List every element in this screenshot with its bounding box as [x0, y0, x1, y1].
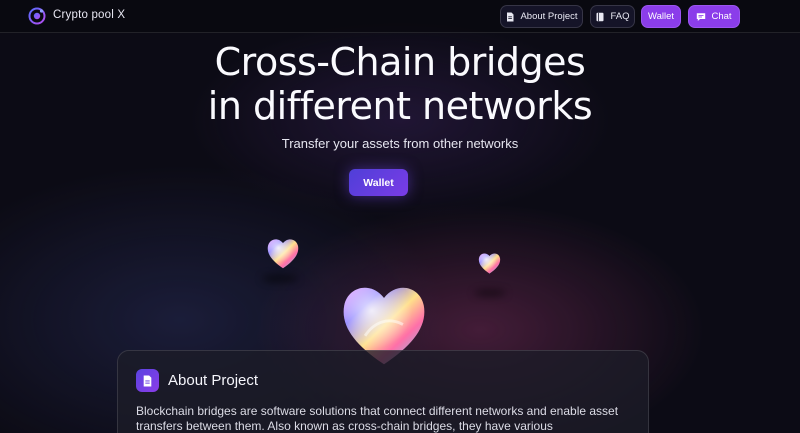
hero-title-line-2: in different networks: [207, 84, 593, 128]
holographic-heart-left: [267, 239, 299, 269]
nav-wallet-button[interactable]: Wallet: [641, 5, 681, 28]
book-icon: [596, 12, 604, 21]
nav-faq-button[interactable]: FAQ: [590, 5, 635, 28]
document-icon: [507, 12, 514, 21]
about-project-text: Blockchain bridges are software solution…: [136, 404, 619, 433]
heart-shadow-right: [474, 290, 506, 296]
nav-about-project-button[interactable]: About Project: [500, 5, 583, 28]
hero-title-line-1: Cross-Chain bridges: [214, 40, 586, 84]
nav-wallet-label: Wallet: [647, 11, 675, 22]
chat-icon: [697, 12, 706, 21]
hero-subtitle: Transfer your assets from other networks: [281, 136, 519, 151]
nav-chat-label: Chat: [711, 11, 732, 22]
crypto-pool-logo-icon[interactable]: [28, 7, 46, 25]
holographic-heart-right: [478, 253, 501, 274]
about-project-card: About Project Blockchain bridges are sof…: [117, 350, 649, 433]
heart-shadow-left: [262, 275, 298, 282]
nav-faq-label: FAQ: [610, 11, 630, 22]
document-icon: [143, 375, 152, 386]
hero-wallet-button[interactable]: Wallet: [349, 169, 408, 196]
nav-about-project-label: About Project: [520, 11, 578, 22]
about-icon-badge: [136, 369, 159, 392]
nav-chat-button[interactable]: Chat: [688, 5, 740, 28]
brand-name[interactable]: Crypto pool X: [53, 9, 125, 21]
top-navigation-bar: Crypto pool X About Project FAQ Wallet C…: [0, 0, 800, 33]
about-project-title: About Project: [168, 372, 259, 389]
hero-title: Cross-Chain bridges in different network…: [150, 40, 650, 128]
